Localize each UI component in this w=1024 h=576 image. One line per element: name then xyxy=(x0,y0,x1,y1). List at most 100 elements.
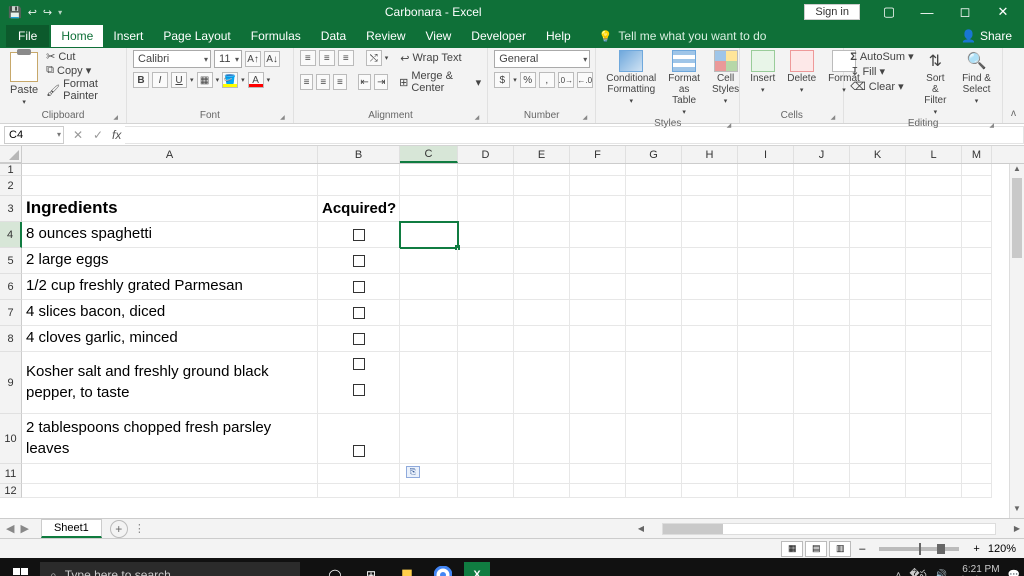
tab-help[interactable]: Help xyxy=(536,25,581,47)
cell-E7[interactable] xyxy=(514,300,570,326)
page-break-view-icon[interactable]: ▥ xyxy=(829,541,851,557)
cell-B2[interactable] xyxy=(318,176,400,196)
file-explorer-icon[interactable]: ▇ xyxy=(392,562,422,576)
spreadsheet-grid[interactable]: ABCDEFGHIJKLM 1 2 3 Ingredients Acquired… xyxy=(0,146,1024,518)
cell-I4[interactable] xyxy=(738,222,794,248)
new-sheet-button[interactable]: + xyxy=(110,520,128,538)
tab-home[interactable]: Home xyxy=(51,25,103,47)
vertical-scrollbar[interactable]: ▲ ▼ xyxy=(1009,164,1024,518)
cell-H5[interactable] xyxy=(682,248,738,274)
cell-M6[interactable] xyxy=(962,274,992,300)
cell-M8[interactable] xyxy=(962,326,992,352)
cell-A1[interactable] xyxy=(22,164,318,176)
checkbox-icon[interactable] xyxy=(353,255,365,267)
cell-M12[interactable] xyxy=(962,484,992,498)
cell-G3[interactable] xyxy=(626,196,682,222)
cell-L6[interactable] xyxy=(906,274,962,300)
cell-L4[interactable] xyxy=(906,222,962,248)
cell-F11[interactable] xyxy=(570,464,626,484)
insert-cells-button[interactable]: Insert▾ xyxy=(746,50,779,96)
cell-F10[interactable] xyxy=(570,414,626,464)
select-all-corner[interactable] xyxy=(0,146,22,163)
cell-E9[interactable] xyxy=(514,352,570,414)
cell-M1[interactable] xyxy=(962,164,992,176)
cell-F12[interactable] xyxy=(570,484,626,498)
increase-decimal-icon[interactable]: .0→ xyxy=(558,72,574,88)
cell-C12[interactable] xyxy=(400,484,458,498)
number-format-combo[interactable]: General xyxy=(494,50,590,68)
cell-K5[interactable] xyxy=(850,248,906,274)
cancel-formula-icon[interactable]: ✕ xyxy=(68,128,88,142)
cell-C1[interactable] xyxy=(400,164,458,176)
collapse-ribbon-icon[interactable]: ʌ xyxy=(1003,104,1024,123)
cell-J6[interactable] xyxy=(794,274,850,300)
sheet-nav[interactable]: ◀▶ xyxy=(0,522,35,535)
tab-formulas[interactable]: Formulas xyxy=(241,25,311,47)
cell-B10[interactable] xyxy=(318,414,400,464)
maximize-button[interactable]: ◻ xyxy=(948,4,982,20)
cell-K12[interactable] xyxy=(850,484,906,498)
row-header-5[interactable]: 5 xyxy=(0,248,22,274)
cell-H4[interactable] xyxy=(682,222,738,248)
cell-E2[interactable] xyxy=(514,176,570,196)
accounting-format-icon[interactable]: $ xyxy=(494,72,510,88)
cell-C5[interactable] xyxy=(400,248,458,274)
close-button[interactable]: ✕ xyxy=(986,4,1020,20)
minimize-button[interactable]: — xyxy=(910,5,944,20)
col-header-L[interactable]: L xyxy=(906,146,962,163)
cell-B11[interactable] xyxy=(318,464,400,484)
tab-view[interactable]: View xyxy=(416,25,462,47)
row-header-3[interactable]: 3 xyxy=(0,196,22,222)
cell-E11[interactable] xyxy=(514,464,570,484)
row-header-6[interactable]: 6 xyxy=(0,274,22,300)
cell-J5[interactable] xyxy=(794,248,850,274)
cell-C9[interactable] xyxy=(400,352,458,414)
cell-E10[interactable] xyxy=(514,414,570,464)
cell-H11[interactable] xyxy=(682,464,738,484)
redo-icon[interactable]: ↪ xyxy=(43,6,52,19)
decrease-indent-icon[interactable]: ⇤ xyxy=(358,74,372,90)
checkbox-icon[interactable] xyxy=(353,358,365,370)
cell-L7[interactable] xyxy=(906,300,962,326)
row-header-4[interactable]: 4 xyxy=(0,222,22,248)
cell-J11[interactable] xyxy=(794,464,850,484)
row-header-12[interactable]: 12 xyxy=(0,484,22,498)
system-tray[interactable]: ˄ �స 🔊 6:21 PM 9/14/2021 💬 xyxy=(895,564,1024,576)
col-header-D[interactable]: D xyxy=(458,146,514,163)
cell-J4[interactable] xyxy=(794,222,850,248)
cell-A6[interactable]: 1/2 cup freshly grated Parmesan xyxy=(22,274,318,300)
next-sheet-icon[interactable]: ▶ xyxy=(20,522,28,535)
cell-G4[interactable] xyxy=(626,222,682,248)
col-header-C[interactable]: C xyxy=(400,146,458,163)
checkbox-icon[interactable] xyxy=(353,384,365,396)
col-header-E[interactable]: E xyxy=(514,146,570,163)
cell-J7[interactable] xyxy=(794,300,850,326)
cell-E12[interactable] xyxy=(514,484,570,498)
zoom-level[interactable]: 120% xyxy=(988,543,1016,555)
cell-M11[interactable] xyxy=(962,464,992,484)
tab-review[interactable]: Review xyxy=(356,25,415,47)
copy-button[interactable]: ⧉Copy ▾ xyxy=(46,64,120,77)
cell-J12[interactable] xyxy=(794,484,850,498)
percent-format-icon[interactable]: % xyxy=(520,72,536,88)
orientation-icon[interactable]: ⤭ xyxy=(366,50,382,66)
cell-A4[interactable]: 8 ounces spaghetti xyxy=(22,222,318,248)
cell-K7[interactable] xyxy=(850,300,906,326)
cell-L3[interactable] xyxy=(906,196,962,222)
bold-button[interactable]: B xyxy=(133,72,149,88)
cell-D11[interactable] xyxy=(458,464,514,484)
align-center-icon[interactable]: ≡ xyxy=(316,74,330,90)
tab-insert[interactable]: Insert xyxy=(103,25,153,47)
cell-C10[interactable] xyxy=(400,414,458,464)
cell-A5[interactable]: 2 large eggs xyxy=(22,248,318,274)
cell-H6[interactable] xyxy=(682,274,738,300)
cell-F8[interactable] xyxy=(570,326,626,352)
cell-M7[interactable] xyxy=(962,300,992,326)
cell-F7[interactable] xyxy=(570,300,626,326)
cell-E8[interactable] xyxy=(514,326,570,352)
cell-C4[interactable] xyxy=(400,222,458,248)
align-left-icon[interactable]: ≡ xyxy=(300,74,314,90)
cell-D7[interactable] xyxy=(458,300,514,326)
paste-button[interactable]: Paste ▾ xyxy=(6,50,42,108)
cell-A12[interactable] xyxy=(22,484,318,498)
